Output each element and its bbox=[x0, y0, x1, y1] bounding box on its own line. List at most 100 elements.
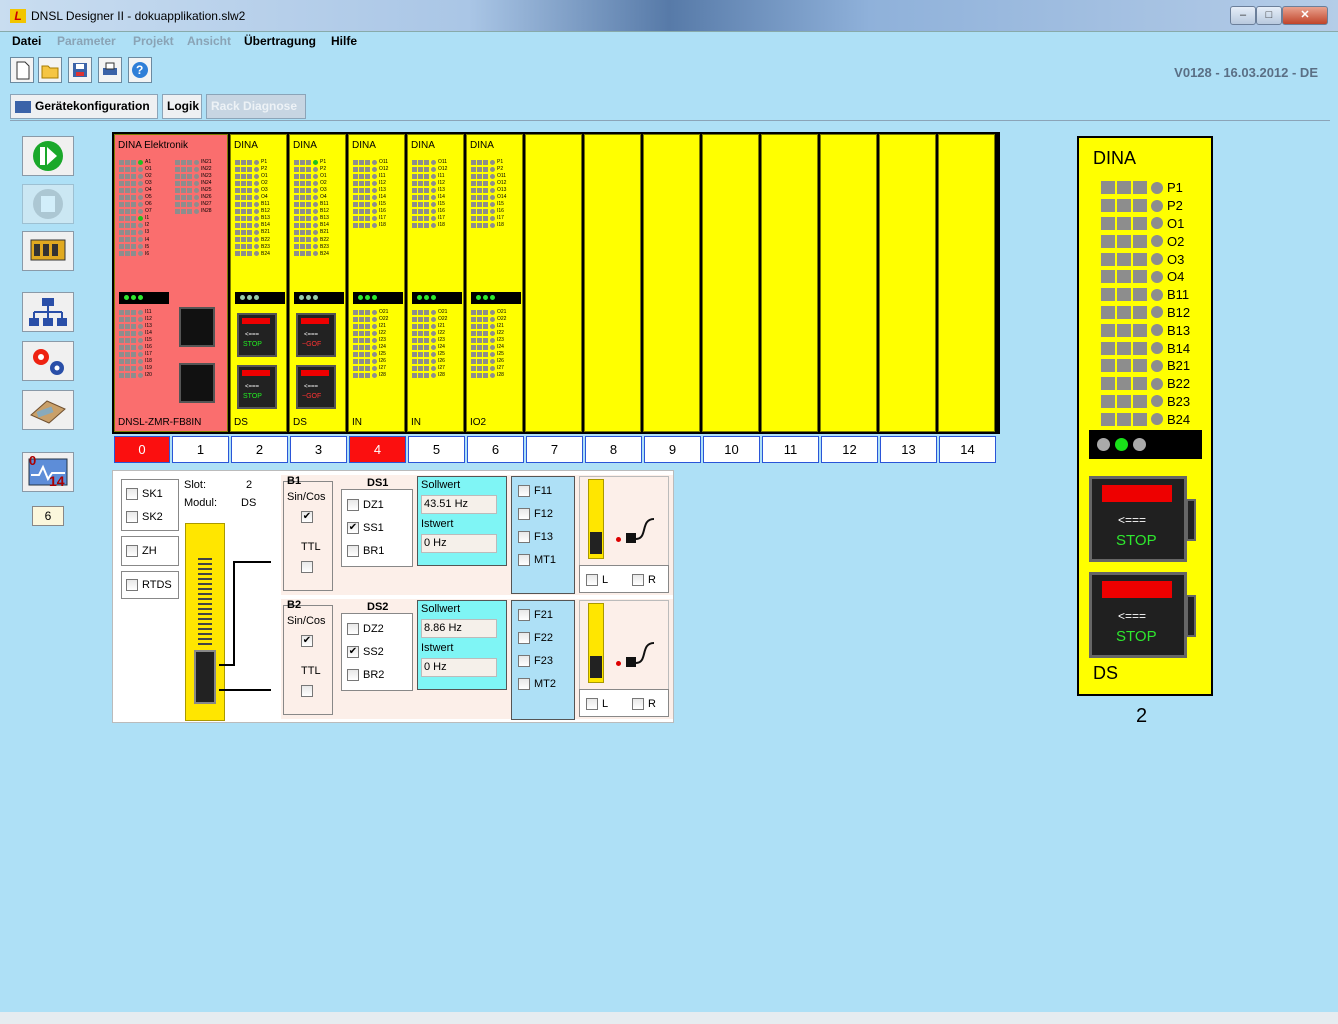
rack-slot-12[interactable] bbox=[820, 134, 877, 432]
istwert-value: 0 Hz bbox=[421, 658, 497, 677]
slot-number-11[interactable]: 11 bbox=[762, 436, 819, 463]
slot-number-5[interactable]: 5 bbox=[408, 436, 465, 463]
led-square bbox=[418, 323, 423, 329]
rack-slot-10[interactable] bbox=[702, 134, 759, 432]
dz-checkbox[interactable]: DZ1 bbox=[347, 499, 384, 512]
led-row: I16 bbox=[119, 344, 169, 350]
slot-number-2[interactable]: 2 bbox=[231, 436, 288, 463]
checkbox-label: SS2 bbox=[363, 646, 384, 658]
maximize-button[interactable]: □ bbox=[1256, 6, 1282, 25]
menu-parameter[interactable]: Parameter bbox=[57, 34, 116, 48]
save-icon[interactable] bbox=[68, 57, 92, 83]
led-square bbox=[353, 201, 358, 207]
left-checkbox[interactable]: L bbox=[586, 574, 608, 587]
rack-slot-8[interactable] bbox=[584, 134, 641, 432]
rack-slot-9[interactable] bbox=[643, 134, 700, 432]
diagnose-button[interactable]: 0 14 bbox=[22, 452, 74, 492]
module-button[interactable] bbox=[22, 231, 74, 271]
led-label: P1 bbox=[497, 159, 504, 165]
sincos-checkbox[interactable]: ✔ bbox=[301, 511, 317, 524]
led-square bbox=[477, 187, 482, 193]
led-square bbox=[359, 215, 364, 221]
rack-slot-2[interactable]: DINA DS P1 P2 O1 O2 O3 O4 B11 B12 B13 B14 B21 B22 B23 B… bbox=[230, 134, 287, 432]
rtds-checkbox[interactable]: RTDS bbox=[126, 579, 172, 592]
led-dot bbox=[254, 244, 259, 250]
close-button[interactable]: ✕ bbox=[1282, 6, 1328, 25]
slot-number-7[interactable]: 7 bbox=[526, 436, 583, 463]
fault-checkbox-mt2[interactable]: MT2 bbox=[518, 678, 556, 691]
menu-projekt[interactable]: Projekt bbox=[133, 34, 174, 48]
stop-button[interactable] bbox=[22, 184, 74, 224]
rack-slot-7[interactable] bbox=[525, 134, 582, 432]
slot-number-6[interactable]: 6 bbox=[467, 436, 524, 463]
led-square bbox=[247, 180, 252, 186]
tab-logik[interactable]: Logik bbox=[162, 94, 202, 119]
fault-checkbox-f22[interactable]: F22 bbox=[518, 632, 553, 645]
right-checkbox[interactable]: R bbox=[632, 574, 656, 587]
slot-number-13[interactable]: 13 bbox=[880, 436, 937, 463]
fault-checkbox-mt1[interactable]: MT1 bbox=[518, 554, 556, 567]
slot-number-1[interactable]: 1 bbox=[172, 436, 229, 463]
slot-module-name: DS bbox=[234, 417, 248, 428]
slot-number-9[interactable]: 9 bbox=[644, 436, 701, 463]
led-row: I15 bbox=[353, 201, 403, 207]
status-leds bbox=[119, 292, 169, 304]
slot-number-10[interactable]: 10 bbox=[703, 436, 760, 463]
sk2-checkbox[interactable]: SK2 bbox=[126, 511, 163, 524]
led-label: I26 bbox=[379, 358, 386, 365]
br-checkbox[interactable]: BR2 bbox=[347, 669, 384, 682]
right-checkbox[interactable]: R bbox=[632, 698, 656, 711]
ttl-checkbox[interactable] bbox=[301, 561, 317, 574]
transfer-button[interactable] bbox=[22, 390, 74, 430]
help-icon[interactable]: ? bbox=[128, 57, 152, 83]
tab-geraetekonfiguration[interactable]: Gerätekonfiguration bbox=[10, 94, 158, 119]
rack-slot-11[interactable] bbox=[761, 134, 818, 432]
slot-number-14[interactable]: 14 bbox=[939, 436, 996, 463]
rack-slot-3[interactable]: DINA DS P1 P2 O1 O2 O3 O4 B11 B12 B13 B14 B21 B22 B23 B… bbox=[289, 134, 346, 432]
start-button[interactable] bbox=[22, 136, 74, 176]
ss-checkbox[interactable]: ✔ SS2 bbox=[347, 646, 384, 659]
led-dot bbox=[431, 180, 436, 186]
menu-uebertragung[interactable]: Übertragung bbox=[244, 34, 316, 48]
tab-rack-diagnose[interactable]: Rack Diagnose bbox=[206, 94, 306, 119]
fault-checkbox-f12[interactable]: F12 bbox=[518, 508, 553, 521]
open-folder-icon[interactable] bbox=[38, 57, 62, 83]
menu-ansicht[interactable]: Ansicht bbox=[187, 34, 231, 48]
print-icon[interactable] bbox=[98, 57, 122, 83]
fault-checkbox-f21[interactable]: F21 bbox=[518, 609, 553, 622]
sincos-checkbox[interactable]: ✔ bbox=[301, 635, 317, 648]
led-square bbox=[235, 229, 240, 235]
rack-slot-14[interactable] bbox=[938, 134, 995, 432]
dz-checkbox[interactable]: DZ2 bbox=[347, 623, 384, 636]
left-checkbox[interactable]: L bbox=[586, 698, 608, 711]
rack-slot-13[interactable] bbox=[879, 134, 936, 432]
rack-slot-6[interactable]: DINA IO2 P1 P2 O11 O12 O13 O14 I15 I16 I17 I18 O21 O2… bbox=[466, 134, 523, 432]
slot-number-12[interactable]: 12 bbox=[821, 436, 878, 463]
settings-button[interactable] bbox=[22, 341, 74, 381]
led-dot bbox=[138, 215, 143, 221]
br-checkbox[interactable]: BR1 bbox=[347, 545, 384, 558]
slot-number-3[interactable]: 3 bbox=[290, 436, 347, 463]
zh-checkbox[interactable]: ZH bbox=[126, 545, 157, 558]
rack-slot-4[interactable]: DINA IN O11 O12 I11 I12 I13 I14 I15 I16 I17 I18 O21 O… bbox=[348, 134, 405, 432]
ss-checkbox[interactable]: ✔ SS1 bbox=[347, 522, 384, 535]
fault-checkbox-f11[interactable]: F11 bbox=[518, 485, 552, 498]
rack-slot-0[interactable]: DINA Elektronik DNSL-ZMR-FB8IN A1 O1 O2 O3 O4 O… bbox=[114, 134, 228, 432]
start-icon bbox=[33, 141, 63, 171]
rack-slot-5[interactable]: DINA IN O11 O12 I11 I12 I13 I14 I15 I16 I17 I18 O21 O… bbox=[407, 134, 464, 432]
minimize-button[interactable]: – bbox=[1230, 6, 1256, 25]
menu-hilfe[interactable]: Hilfe bbox=[331, 34, 357, 48]
slot-number-4[interactable]: 4 bbox=[349, 436, 406, 463]
menu-datei[interactable]: Datei bbox=[12, 34, 41, 48]
slot-number-0[interactable]: 0 bbox=[114, 436, 170, 463]
fault-checkbox-f13[interactable]: F13 bbox=[518, 531, 553, 544]
slot-number-8[interactable]: 8 bbox=[585, 436, 642, 463]
fault-checkbox-f23[interactable]: F23 bbox=[518, 655, 553, 668]
new-file-icon[interactable] bbox=[10, 57, 34, 83]
sk1-checkbox[interactable]: SK1 bbox=[126, 488, 163, 501]
module-led-row: B22 bbox=[1101, 375, 1190, 393]
led-dot bbox=[431, 173, 436, 179]
led-dot bbox=[372, 323, 377, 329]
network-button[interactable] bbox=[22, 292, 74, 332]
ttl-checkbox[interactable] bbox=[301, 685, 317, 698]
